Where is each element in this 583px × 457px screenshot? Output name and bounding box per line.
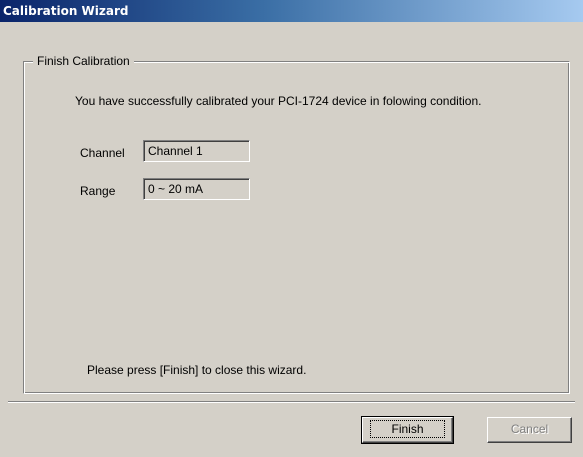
button-separator — [8, 401, 575, 403]
cancel-button[interactable]: Cancel — [487, 417, 572, 443]
finish-calibration-group — [23, 61, 570, 394]
range-field: 0 ~ 20 mA — [143, 178, 250, 200]
channel-label: Channel — [80, 146, 125, 160]
group-legend: Finish Calibration — [33, 53, 134, 69]
channel-field: Channel 1 — [143, 140, 250, 162]
window-title: Calibration Wizard — [3, 4, 129, 18]
finish-button-label: Finish — [370, 420, 445, 438]
success-message: You have successfully calibrated your PC… — [75, 94, 482, 108]
window-title-bar[interactable]: Calibration Wizard — [0, 0, 583, 22]
finish-button[interactable]: Finish — [361, 416, 454, 444]
cancel-button-label: Cancel — [510, 422, 549, 436]
close-hint-message: Please press [Finish] to close this wiza… — [87, 363, 307, 377]
calibration-wizard-window: Calibration Wizard Finish Calibration Yo… — [0, 0, 583, 457]
range-label: Range — [80, 184, 116, 198]
